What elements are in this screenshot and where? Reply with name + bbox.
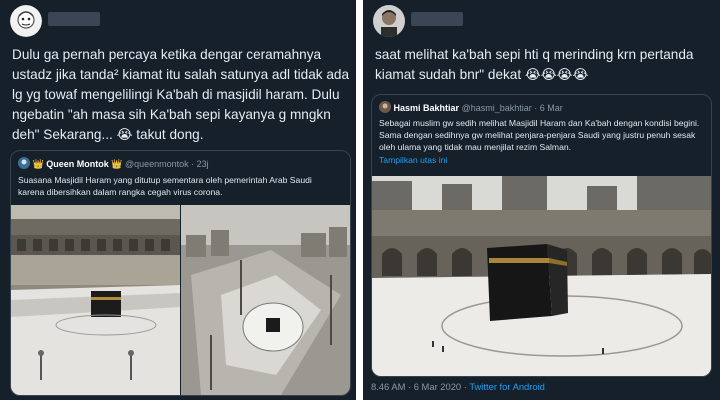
quote-header: 👑 Queen Montok 👑 @queenmontok · 23j: [18, 157, 209, 170]
display-name-redacted: [411, 12, 463, 26]
crown-emoji: 👑: [32, 159, 44, 169]
quote-avatar-icon: [18, 157, 30, 169]
quote-handle-time: @queenmontok · 23j: [125, 159, 209, 169]
avatar[interactable]: [373, 5, 405, 37]
avatar-photo-icon: [373, 5, 405, 37]
tweet-text: Dulu ga pernah percaya ketika dengar cer…: [12, 47, 350, 142]
kaaba-photo[interactable]: [372, 176, 711, 376]
quote-display-name[interactable]: Queen Montok: [46, 159, 109, 169]
tweet-text: saat melihat ka'bah sepi hti q merinding…: [375, 47, 694, 82]
quote-handle-time: @hasmi_bakhtiar · 6 Mar: [461, 103, 563, 113]
left-tweet-panel: Dulu ga pernah percaya ketika dengar cer…: [0, 0, 356, 400]
avatar[interactable]: [10, 5, 42, 37]
quote-avatar-icon: [379, 101, 391, 113]
tweet-timestamp[interactable]: 8.46 AM · 6 Mar 2020 ·: [371, 381, 469, 392]
quoted-tweet[interactable]: 👑 Queen Montok 👑 @queenmontok · 23j Suas…: [10, 150, 351, 396]
tweet-footer: 8.46 AM · 6 Mar 2020 · Twitter for Andro…: [371, 381, 545, 392]
quote-header: Hasmi Bakhtiar @hasmi_bakhtiar · 6 Mar: [379, 101, 563, 113]
avatar-cartoon-icon: [10, 5, 42, 37]
quote-text: Sebagai muslim gw sedih melihat Masjidil…: [379, 118, 700, 152]
quote-text: Suasana Masjidil Haram yang ditutup seme…: [18, 175, 312, 197]
quoted-tweet[interactable]: Hasmi Bakhtiar @hasmi_bakhtiar · 6 Mar S…: [371, 94, 712, 377]
masjid-haram-courtyard-photo[interactable]: [11, 205, 180, 395]
quote-display-name[interactable]: Hasmi Bakhtiar: [394, 103, 460, 113]
show-thread-link[interactable]: Tampilkan utas ini: [379, 155, 447, 165]
masjid-haram-aerial-photo[interactable]: [181, 205, 350, 395]
right-tweet-panel: saat melihat ka'bah sepi hti q merinding…: [363, 0, 720, 400]
source-app-link[interactable]: Twitter for Android: [469, 381, 545, 392]
display-name-redacted: [48, 12, 100, 26]
crown-emoji: 👑: [111, 159, 123, 169]
